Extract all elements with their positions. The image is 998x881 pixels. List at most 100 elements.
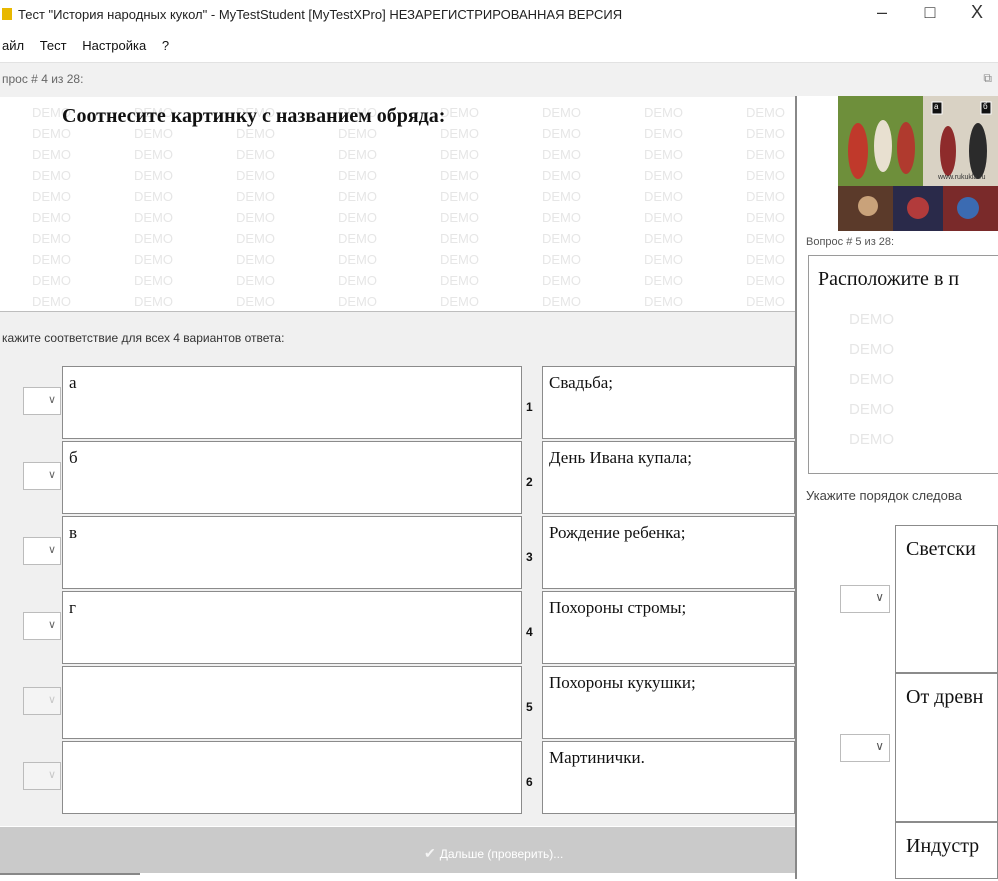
demo-watermark-word: DEMO	[338, 147, 377, 162]
thumb-label-b: б	[983, 102, 988, 111]
demo-watermark-word: DEMO	[644, 210, 683, 225]
demo-watermark-word: DEMO	[440, 189, 479, 204]
demo-watermark-word: DEMO	[134, 210, 173, 225]
demo-watermark-word: DEMO	[746, 105, 785, 120]
thumb-label-a: а	[934, 102, 939, 111]
demo-watermark-word: DEMO	[542, 189, 581, 204]
match-dropdown-3[interactable]: ∨	[23, 537, 61, 565]
maximize-button[interactable]: □	[910, 2, 950, 23]
menu-test[interactable]: Тест	[40, 38, 67, 53]
demo-watermark-word: DEMO	[746, 126, 785, 141]
demo-watermark-word: DEMO	[134, 168, 173, 183]
demo-watermark-word: DEMO	[542, 147, 581, 162]
demo-watermark-word: DEMO	[542, 168, 581, 183]
order-item-3: Индустр	[895, 822, 998, 879]
demo-watermark-word: DEMO	[338, 294, 377, 309]
chevron-down-icon: ∨	[875, 739, 884, 753]
demo-watermark-word: DEMO	[134, 294, 173, 309]
demo-watermark-word: DEMO	[542, 210, 581, 225]
question-number: прос # 4 из 28:	[2, 72, 84, 86]
demo-watermark-word: DEMO	[746, 168, 785, 183]
demo-watermark: DEMO	[849, 341, 894, 358]
demo-watermark-word: DEMO	[338, 231, 377, 246]
demo-watermark-word: DEMO	[644, 231, 683, 246]
demo-watermark-word: DEMO	[134, 189, 173, 204]
demo-watermark-word: DEMO	[746, 210, 785, 225]
match-dropdown-2[interactable]: ∨	[23, 462, 61, 490]
demo-watermark-word: DEMO	[542, 252, 581, 267]
right-item-1: Свадьба;	[542, 366, 795, 439]
demo-watermark-word: DEMO	[542, 126, 581, 141]
menu-settings[interactable]: Настройка	[82, 38, 146, 53]
order-dropdown-2[interactable]: ∨	[840, 734, 890, 762]
demo-watermark-word: DEMO	[644, 273, 683, 288]
demo-watermark-word: DEMO	[644, 294, 683, 309]
close-button[interactable]: X	[957, 2, 997, 23]
demo-watermark-word: DEMO	[32, 210, 71, 225]
order-item-1: Светски	[895, 525, 998, 673]
demo-watermark-word: DEMO	[746, 231, 785, 246]
demo-watermark-word: DEMO	[746, 273, 785, 288]
demo-watermark: DEMO	[849, 431, 894, 448]
second-question-number: Вопрос # 5 из 28:	[806, 236, 895, 248]
demo-watermark-word: DEMO	[236, 210, 275, 225]
next-button[interactable]: ✔ Дальше (проверить)...	[424, 845, 563, 862]
footer-bar	[0, 827, 795, 873]
demo-watermark-word: DEMO	[338, 210, 377, 225]
demo-watermark-word: DEMO	[32, 189, 71, 204]
demo-watermark-word: DEMO	[542, 105, 581, 120]
demo-watermark-word: DEMO	[440, 126, 479, 141]
demo-watermark-word: DEMO	[236, 294, 275, 309]
left-item-empty	[62, 741, 522, 814]
demo-watermark-word: DEMO	[746, 147, 785, 162]
right-item-number: 2	[526, 475, 533, 489]
demo-watermark-word: DEMO	[338, 189, 377, 204]
right-item-2: День Ивана купала;	[542, 441, 795, 514]
right-item-5: Похороны кукушки;	[542, 666, 795, 739]
demo-watermark-word: DEMO	[236, 231, 275, 246]
expand-icon[interactable]: ⧉	[983, 71, 992, 86]
minimize-button[interactable]: –	[862, 2, 902, 23]
right-item-number: 3	[526, 550, 533, 564]
match-dropdown-6[interactable]: ∨	[23, 762, 61, 790]
match-dropdown-5[interactable]: ∨	[23, 687, 61, 715]
match-dropdown-4[interactable]: ∨	[23, 612, 61, 640]
demo-watermark-word: DEMO	[644, 189, 683, 204]
demo-watermark-word: DEMO	[134, 147, 173, 162]
demo-watermark-word: DEMO	[32, 252, 71, 267]
dolls-photo-thumbnail[interactable]: а б www.rukukla.ru	[838, 96, 998, 231]
demo-watermark-word: DEMO	[338, 168, 377, 183]
demo-watermark-word: DEMO	[236, 189, 275, 204]
taskbar-strip	[0, 873, 140, 881]
demo-watermark-word: DEMO	[134, 252, 173, 267]
chevron-down-icon: ∨	[47, 469, 56, 481]
menu-file[interactable]: айл	[2, 38, 24, 53]
left-item-a: а	[62, 366, 522, 439]
demo-watermark-word: DEMO	[32, 294, 71, 309]
demo-watermark-word: DEMO	[338, 252, 377, 267]
demo-watermark-word: DEMO	[440, 231, 479, 246]
instruction-text: кажите соответствие для всех 4 вариантов…	[2, 331, 285, 345]
demo-watermark-word: DEMO	[236, 147, 275, 162]
right-item-number: 6	[526, 775, 533, 789]
demo-watermark-word: DEMO	[746, 294, 785, 309]
order-dropdown-1[interactable]: ∨	[840, 585, 890, 613]
demo-watermark-word: DEMO	[32, 273, 71, 288]
left-item-g: г	[62, 591, 522, 664]
demo-watermark-word: DEMO	[32, 147, 71, 162]
second-question-text: Расположите в п	[818, 268, 960, 290]
demo-watermark-word: DEMO	[440, 105, 479, 120]
left-item-empty	[62, 666, 522, 739]
demo-watermark: DEMO	[849, 401, 894, 418]
demo-watermark-word: DEMO	[440, 147, 479, 162]
demo-watermark-word: DEMO	[134, 126, 173, 141]
demo-watermark-word: DEMO	[32, 126, 71, 141]
match-dropdown-1[interactable]: ∨	[23, 387, 61, 415]
demo-watermark-word: DEMO	[32, 231, 71, 246]
demo-watermark-word: DEMO	[338, 273, 377, 288]
demo-watermark-word: DEMO	[542, 294, 581, 309]
demo-watermark-word: DEMO	[440, 168, 479, 183]
menu-help[interactable]: ?	[162, 38, 169, 53]
menu-bar: айл Тест Настройка ?	[0, 38, 998, 60]
demo-watermark-word: DEMO	[236, 126, 275, 141]
